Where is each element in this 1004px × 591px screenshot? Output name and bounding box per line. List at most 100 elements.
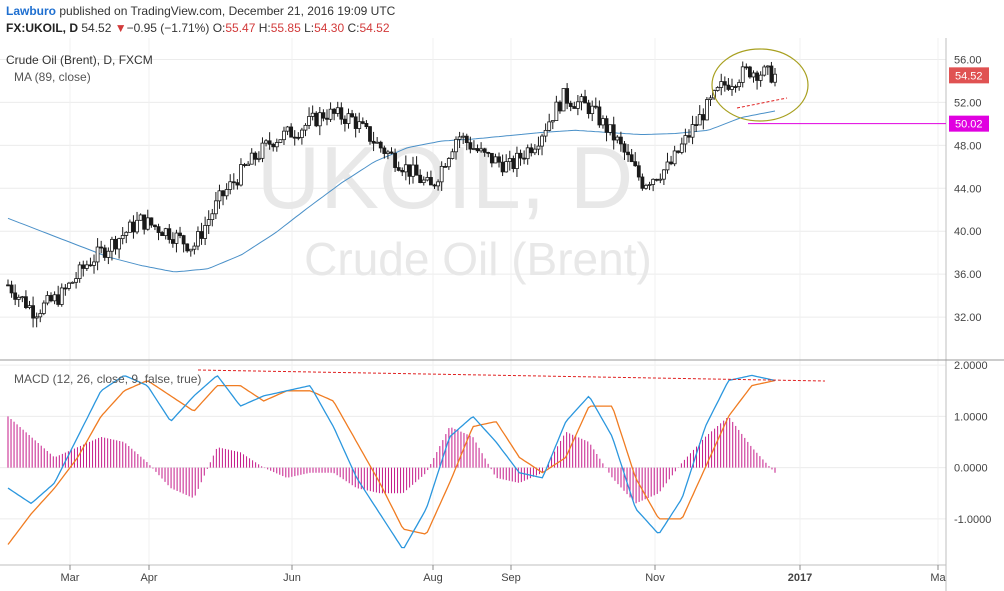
- candle-up: [479, 148, 484, 152]
- macd-legend[interactable]: MACD (12, 26, close, 9, false, true): [14, 372, 201, 386]
- candle-down: [489, 152, 494, 164]
- candle-up: [644, 184, 648, 189]
- high-value: 55.85: [270, 21, 301, 35]
- price-tick-label: 52.00: [954, 97, 982, 109]
- candle-down: [314, 112, 319, 127]
- watermark-name: Crude Oil (Brent): [304, 233, 652, 285]
- time-tick-label: Jun: [283, 572, 301, 584]
- candle-up: [70, 281, 75, 284]
- candle-down: [343, 118, 347, 124]
- symbol-label: FX:UKOIL, D: [6, 21, 78, 35]
- candle-down: [102, 247, 107, 258]
- price-tick-label: 32.00: [954, 312, 982, 324]
- candle-down: [482, 148, 487, 153]
- candle-down: [511, 158, 516, 169]
- candle-down: [769, 65, 774, 83]
- candle-down: [443, 165, 448, 168]
- candle-down: [558, 101, 562, 112]
- candle-down: [9, 284, 14, 294]
- open-value: 55.47: [225, 21, 256, 35]
- candle-up: [773, 73, 777, 83]
- candle-down: [321, 112, 326, 119]
- chart-header: Lawburo published on TradingView.com, De…: [0, 0, 1004, 38]
- candle-down: [529, 147, 534, 154]
- candle-up: [601, 118, 605, 126]
- candle-up: [239, 164, 243, 186]
- candle-down: [371, 140, 376, 144]
- price-tick-label: 56.00: [954, 54, 982, 66]
- candle-down: [149, 217, 154, 226]
- candle-down: [13, 292, 18, 300]
- candle-up: [346, 113, 351, 124]
- candle-down: [31, 305, 35, 319]
- candle-up: [665, 161, 670, 171]
- candle-down: [56, 294, 61, 305]
- candle-down: [368, 126, 372, 142]
- candle-up: [719, 81, 724, 88]
- candle-up: [27, 305, 32, 308]
- author-link[interactable]: Lawburo: [6, 4, 56, 18]
- candle-down: [88, 264, 93, 267]
- chart-canvas[interactable]: UKOIL, D Crude Oil (Brent) 56.00 52.00 48.…: [0, 38, 1004, 591]
- candle-down: [231, 181, 236, 184]
- candle-down: [99, 246, 104, 249]
- candle-up: [256, 157, 261, 160]
- candle-down: [389, 151, 394, 154]
- candle-down: [418, 174, 423, 184]
- published-text: published on TradingView.com, December 2…: [59, 4, 396, 18]
- candle-up: [375, 141, 380, 144]
- candle-up: [188, 248, 193, 252]
- candle-up: [135, 219, 139, 233]
- candle-up: [439, 165, 444, 183]
- price-tick-label: 36.00: [954, 269, 982, 281]
- candle-down: [629, 154, 634, 163]
- candle-down: [81, 264, 86, 269]
- candle-down: [568, 102, 573, 107]
- candle-down: [633, 161, 638, 167]
- candle-down: [497, 156, 501, 163]
- low-label: L:: [304, 21, 315, 35]
- candle-down: [565, 88, 570, 104]
- candle-up: [264, 140, 268, 144]
- chart-title[interactable]: Crude Oil (Brent), D, FXCM: [6, 53, 153, 67]
- candle-up: [697, 114, 702, 126]
- candle-down: [235, 182, 240, 186]
- time-tick-label: Aug: [423, 572, 443, 584]
- candle-down: [360, 121, 365, 124]
- close-value: 54.52: [359, 21, 390, 35]
- candle-up: [45, 295, 50, 304]
- candle-up: [543, 129, 548, 137]
- candle-down: [622, 143, 627, 153]
- candle-up: [106, 250, 111, 258]
- candle-down: [500, 161, 505, 173]
- candle-up: [532, 148, 537, 154]
- high-label: H:: [258, 21, 271, 35]
- candle-up: [554, 101, 559, 121]
- candle-down: [378, 141, 383, 149]
- candle-up: [278, 139, 283, 143]
- macd-tick-label: 0.0000: [954, 463, 988, 475]
- candle-up: [282, 130, 286, 141]
- candle-down: [694, 124, 699, 126]
- candle-up: [658, 178, 663, 181]
- candle-up: [590, 105, 595, 115]
- candle-down: [636, 165, 641, 178]
- ma-legend[interactable]: MA (89, close): [14, 70, 91, 84]
- candle-down: [167, 228, 172, 240]
- candle-up: [730, 86, 734, 90]
- candle-up: [163, 228, 168, 236]
- candle-down: [199, 231, 204, 239]
- publish-info: Lawburo published on TradingView.com, De…: [6, 4, 395, 18]
- candle-down: [178, 232, 182, 236]
- time-tick-label: Sep: [501, 572, 521, 584]
- candle-down: [475, 148, 480, 152]
- candle-up: [357, 121, 362, 129]
- candle-down: [676, 150, 681, 153]
- candle-down: [242, 164, 247, 166]
- candle-up: [507, 158, 512, 162]
- watermark-symbol: UKOIL, D: [257, 128, 634, 227]
- candle-down: [253, 152, 258, 160]
- candle-up: [461, 135, 466, 138]
- candle-down: [292, 136, 297, 139]
- candle-up: [335, 107, 340, 114]
